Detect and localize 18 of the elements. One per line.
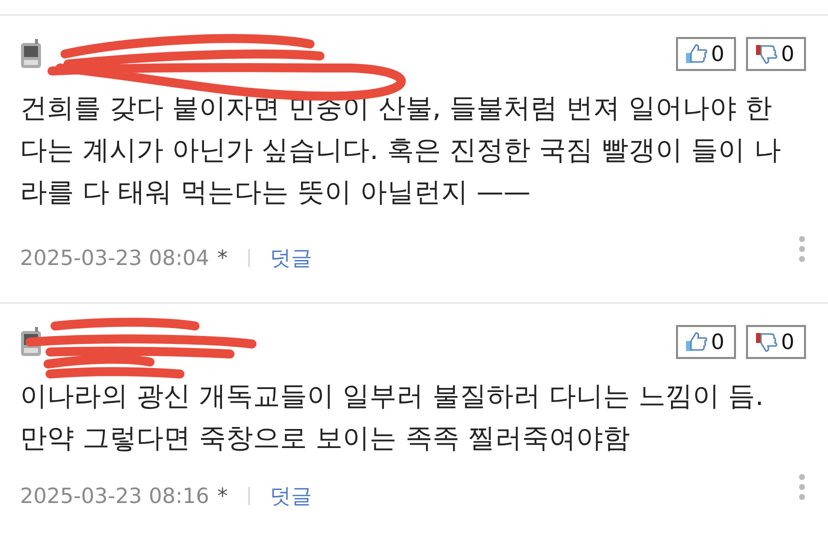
edited-mark: * xyxy=(217,484,228,508)
more-icon[interactable] xyxy=(798,472,806,502)
reply-link[interactable]: 덧글 xyxy=(270,244,312,272)
reply-link[interactable]: 덧글 xyxy=(270,482,312,510)
edited-mark: * xyxy=(217,246,228,270)
comment-text: 이나라의 광신 개독교들이 일부러 불질하러 다니는 느낌이 듬. 만약 그렇다면 죽창으로 보이는 족족 찔러죽여야함 xyxy=(20,380,765,456)
comment-date: 2025-03-23 08:04 xyxy=(20,246,210,270)
dislike-button[interactable]: 0 xyxy=(746,325,806,359)
comment-date: 2025-03-23 08:16 xyxy=(20,484,210,508)
like-button[interactable]: 0 xyxy=(676,37,736,71)
phone-icon xyxy=(20,39,42,69)
like-button[interactable]: 0 xyxy=(676,325,736,359)
thumbs-up-icon xyxy=(684,43,708,65)
thumbs-down-icon xyxy=(754,43,778,65)
thumbs-up-icon xyxy=(684,331,708,353)
thumbs-down-icon xyxy=(754,331,778,353)
dislike-button[interactable]: 0 xyxy=(746,37,806,71)
more-icon[interactable] xyxy=(798,234,806,264)
